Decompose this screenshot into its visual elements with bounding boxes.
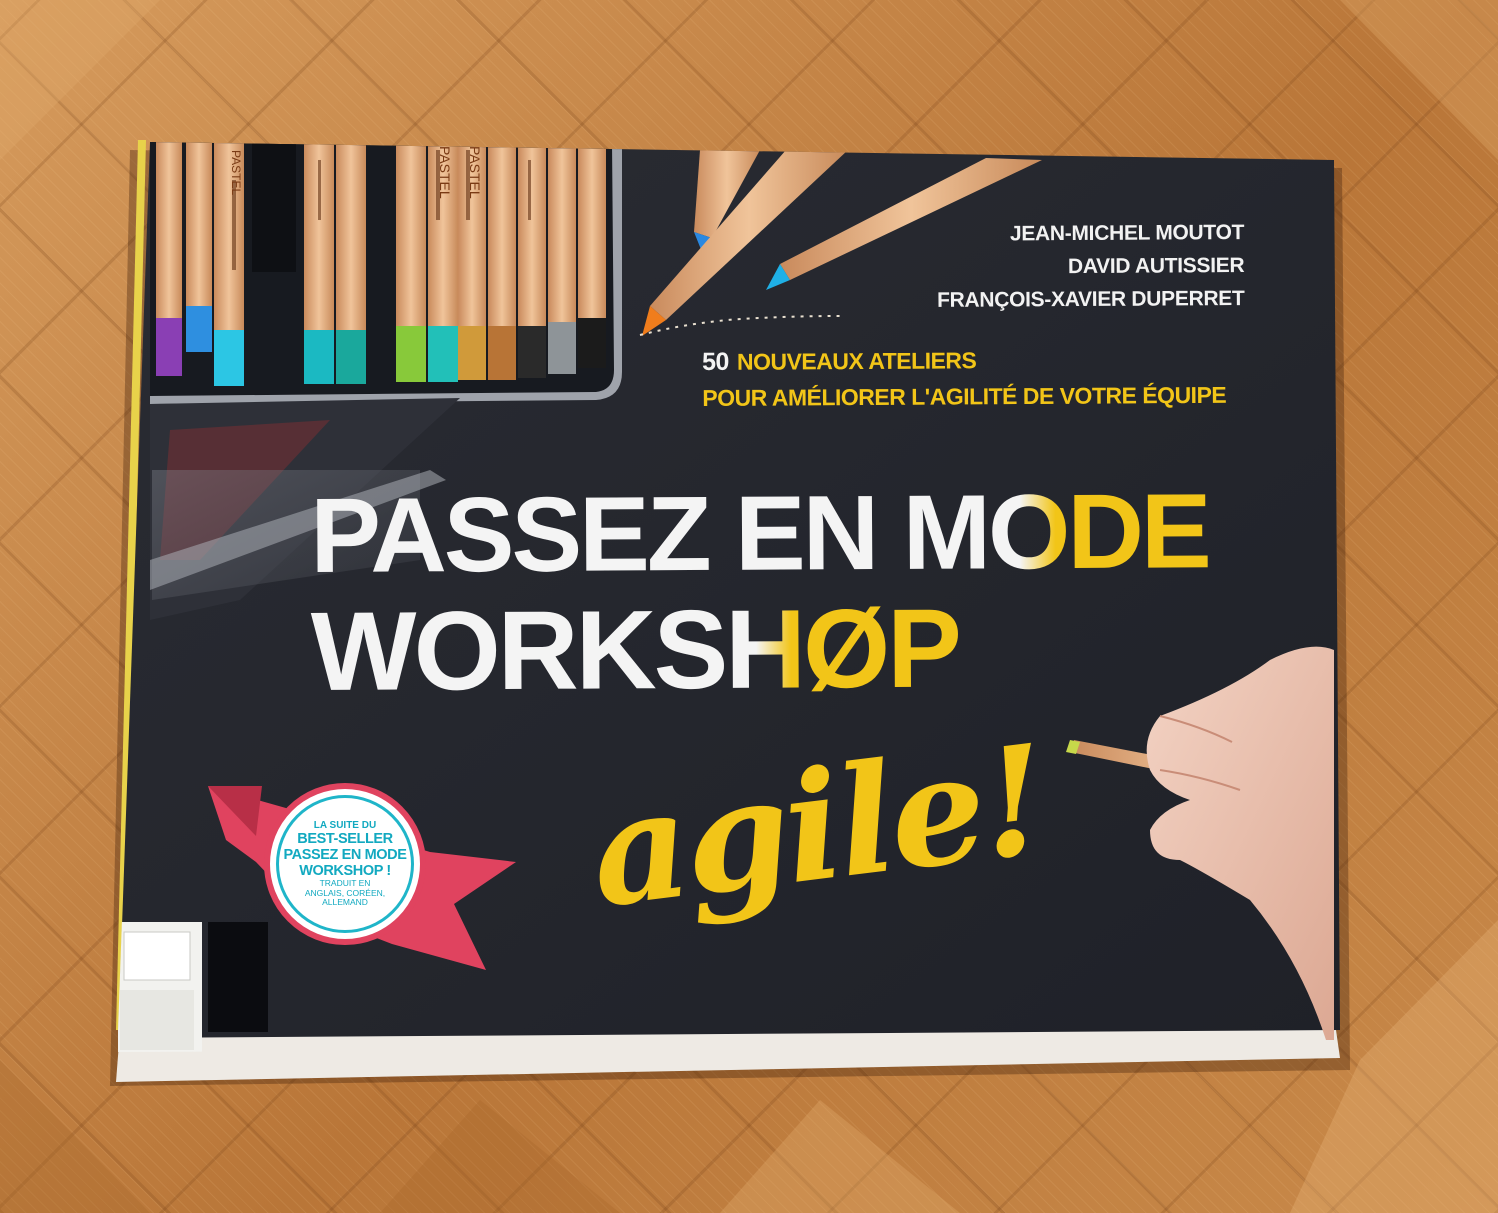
pencil-print-c: PASTEL [229,150,243,195]
best-seller-badge: LA SUITE DU BEST-SELLER PASSEZ EN MODE W… [264,783,426,945]
badge-line: BEST-SELLER [297,831,393,848]
badge-line: PASSEZ EN MODE [283,847,407,864]
title-line-2-white: WORKS [310,586,726,714]
badge-line: WORKSHOP ! [299,863,391,880]
badge-line: LA SUITE DU [313,820,377,832]
tagline-number: 50 [702,347,730,376]
badge-line: ALLEMAND [322,897,368,908]
author-name: DAVID AUTISSIER [1067,253,1245,279]
tagline-text-1: NOUVEAUX ATELIERS [736,347,977,375]
book-title: PASSEZ EN MODE WORKSHØP [309,472,1212,714]
title-line-1-yellow: DE [1067,472,1210,592]
book-tagline: 50 NOUVEAUX ATELIERS POUR AMÉLIORER L'AGI… [702,341,1262,416]
pencil-print-b: PASTEL [467,146,483,199]
tagline-line-2: POUR AMÉLIORER L'AGILITÉ DE VOTRE ÉQUIPE [702,381,1227,411]
author-list: JEAN-MICHEL MOUTOT DAVID AUTISSIER FRANÇ… [844,216,1245,317]
title-line-2: WORKSHØP [311,585,1212,714]
title-line-1-mixed: O [987,473,1068,592]
author-name: FRANÇOIS-XAVIER DUPERRET [937,286,1245,312]
tagline-line-1: 50 NOUVEAUX ATELIERS [702,341,1262,380]
pencil-print-a: PASTEL [437,146,453,199]
title-line-1: PASSEZ EN MODE [309,472,1211,595]
title-line-2-yellow: ØP [802,585,960,712]
title-line-2-mixed: H [724,586,804,712]
badge-inner-ring: LA SUITE DU BEST-SELLER PASSEZ EN MODE W… [276,795,414,933]
title-line-1-white: PASSEZ EN M [309,473,989,595]
author-name: JEAN-MICHEL MOUTOT [1009,220,1245,246]
